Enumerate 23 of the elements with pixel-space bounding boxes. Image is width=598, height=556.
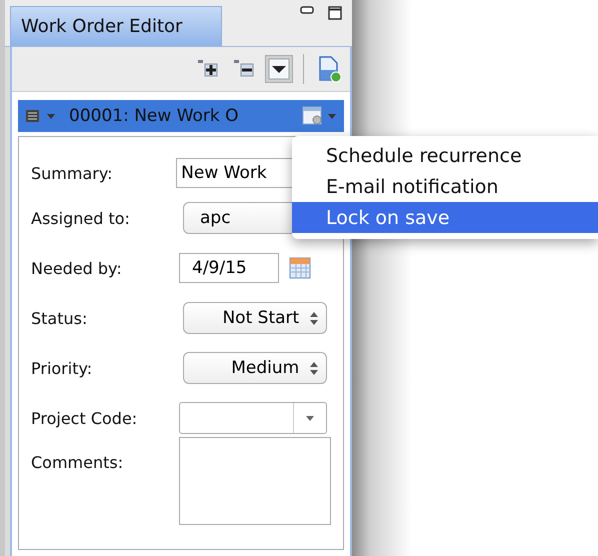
editor-tab[interactable]: Work Order Editor (10, 6, 222, 46)
date-field[interactable]: 4/9/15 (179, 253, 279, 283)
caret-icon (306, 416, 314, 420)
menu-icon[interactable] (26, 110, 39, 122)
up-down-arrows-icon (310, 312, 318, 324)
up-down-arrows-icon (310, 362, 318, 374)
minimize-icon[interactable] (300, 6, 314, 14)
status-popup-button[interactable]: Not Start (183, 302, 327, 334)
field-label: Priority: (31, 358, 94, 378)
menu-item[interactable]: Lock on save (292, 202, 598, 233)
maximize-icon[interactable] (328, 6, 342, 20)
field-label: Needed by: (31, 258, 123, 278)
calendar-icon[interactable] (289, 257, 311, 279)
field-label: Assigned to: (31, 208, 131, 228)
caret-icon (328, 114, 336, 118)
calendar-icon[interactable] (302, 106, 324, 126)
field-label: Comments: (31, 453, 124, 472)
field-label: Summary: (31, 164, 114, 182)
field-label: Status: (31, 308, 88, 328)
priority-popup-button[interactable]: Medium (183, 352, 327, 384)
work-order-title: 00001: New Work O (69, 106, 239, 126)
caret-icon (47, 114, 55, 118)
field-label: Project Code: (31, 408, 138, 428)
